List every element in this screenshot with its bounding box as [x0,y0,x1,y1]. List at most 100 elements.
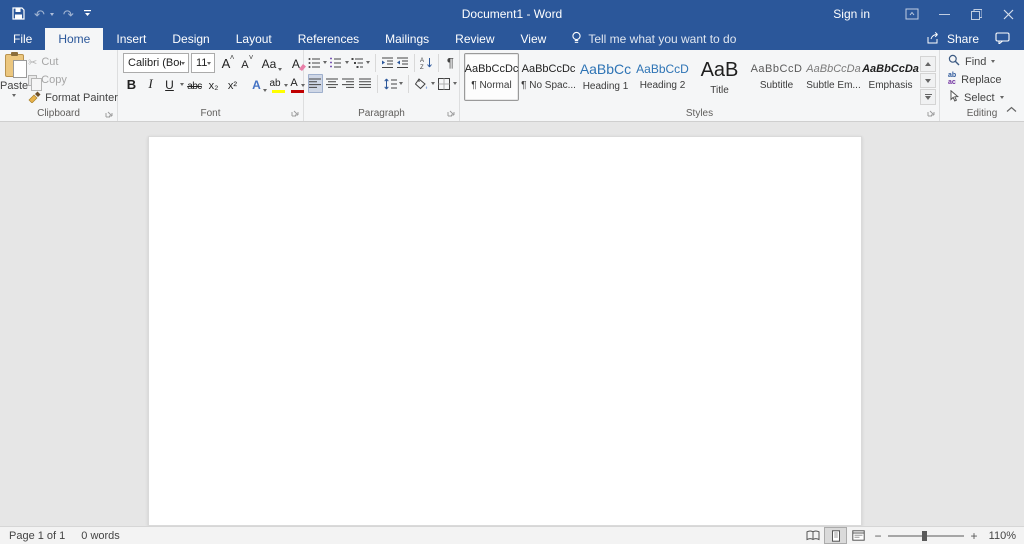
italic-label: I [148,76,152,92]
cut-button[interactable]: ✂ Cut [28,54,118,70]
text-highlight-button[interactable]: ab [270,75,287,94]
copy-button[interactable]: Copy [28,72,118,88]
share-button[interactable]: Share [927,31,979,47]
select-dropdown-arrow-icon[interactable] [1000,96,1004,99]
font-size-dropdown-arrow-icon[interactable] [207,62,211,65]
print-layout-button[interactable] [824,527,847,544]
minimize-button[interactable] [928,0,960,28]
find-dropdown-arrow-icon[interactable] [991,60,995,63]
style-normal[interactable]: AaBbCcDc ¶ Normal [464,53,519,101]
undo-dropdown-arrow-icon[interactable] [50,13,54,16]
font-color-button[interactable]: A [289,75,306,94]
superscript-button[interactable]: x² [224,75,241,94]
ribbon-display-options-button[interactable] [896,0,928,28]
word-count[interactable]: 0 words [81,530,120,542]
tab-view[interactable]: View [508,28,560,50]
style-subtle-emphasis[interactable]: AaBbCcDa Subtle Em... [806,53,861,101]
strikethrough-button[interactable]: abc [186,75,203,94]
tab-references[interactable]: References [285,28,372,50]
zoom-level[interactable]: 110% [982,530,1016,542]
borders-button[interactable] [437,74,452,93]
shading-button[interactable] [414,74,429,93]
shrink-font-button[interactable]: A˅ [236,54,253,73]
style-heading-1[interactable]: AaBbCc Heading 1 [578,53,633,101]
underline-button[interactable]: U [161,75,178,94]
style-subtitle[interactable]: AaBbCcD Subtitle [749,53,804,101]
subscript-button[interactable]: x₂ [205,75,222,94]
styles-dialog-launcher-icon[interactable] [927,108,936,120]
clipboard-dialog-launcher-icon[interactable] [105,109,114,121]
tab-insert[interactable]: Insert [103,28,159,50]
align-center-button[interactable] [325,74,340,93]
web-layout-button[interactable] [847,527,870,544]
styles-scroll-down-button[interactable] [920,73,936,89]
restore-button[interactable] [960,0,992,28]
redo-icon[interactable]: ↷ [63,8,74,21]
style-emphasis[interactable]: AaBbCcDa Emphasis [863,53,918,101]
font-name-combobox[interactable]: Calibri (Body) [123,53,189,73]
zoom-slider-track[interactable] [888,535,964,537]
sort-button[interactable]: AZ [420,53,433,72]
sign-in-button[interactable]: Sign in [833,7,870,21]
align-right-button[interactable] [341,74,356,93]
zoom-out-button[interactable]: − [870,529,886,543]
read-mode-button[interactable] [801,527,824,544]
multilevel-list-button[interactable] [351,53,364,72]
format-painter-button[interactable]: Format Painter [28,90,118,106]
borders-dropdown-arrow-icon[interactable] [453,82,457,85]
tab-file[interactable]: File [0,28,45,50]
document-area[interactable] [0,122,1024,526]
clear-formatting-button[interactable]: A [290,54,307,73]
styles-gallery-more-button[interactable] [920,89,936,105]
decrease-indent-button[interactable] [381,53,394,72]
style-heading-2[interactable]: AaBbCcD Heading 2 [635,53,690,101]
cut-label: Cut [41,56,58,68]
find-button[interactable]: Find [948,54,1024,69]
line-spacing-button[interactable] [383,74,398,93]
undo-icon[interactable]: ↶ [34,8,45,21]
paste-button[interactable]: Paste [0,50,28,106]
paragraph-dialog-launcher-icon[interactable] [447,108,456,120]
show-formatting-marks-button[interactable]: ¶ [444,53,457,72]
grow-font-button[interactable]: A˄ [217,54,234,73]
align-left-button[interactable] [308,74,323,93]
shading-dropdown-arrow-icon[interactable] [431,82,435,85]
numbering-dropdown-arrow-icon[interactable] [345,61,349,64]
replace-button[interactable]: ab ac Replace [948,72,1024,87]
underline-dropdown-arrow-icon[interactable] [180,83,184,86]
tab-layout[interactable]: Layout [223,28,285,50]
close-button[interactable] [992,0,1024,28]
multilevel-list-dropdown-arrow-icon[interactable] [366,61,370,64]
replace-icon-bottom: ac [948,79,956,86]
customize-quick-access-toolbar-icon[interactable] [83,9,92,20]
zoom-slider-thumb[interactable] [922,531,927,541]
font-size-combobox[interactable]: 11 [191,53,215,73]
tab-design[interactable]: Design [159,28,222,50]
collapse-ribbon-button[interactable] [1006,100,1017,118]
change-case-button[interactable]: Aa [263,54,280,73]
paste-dropdown-arrow-icon[interactable] [12,94,16,97]
bold-button[interactable]: B [123,75,140,94]
line-spacing-dropdown-arrow-icon[interactable] [399,82,403,85]
font-name-dropdown-arrow-icon[interactable] [181,62,185,65]
style-title[interactable]: AaB Title [692,53,747,101]
tell-me-box[interactable]: Tell me what you want to do [571,28,736,50]
italic-button[interactable]: I [142,75,159,94]
text-effects-button[interactable]: A [251,75,268,94]
justify-button[interactable] [358,74,373,93]
numbering-button[interactable] [329,53,342,72]
styles-scroll-up-button[interactable] [920,56,936,72]
save-icon[interactable] [12,7,25,22]
increase-indent-button[interactable] [396,53,409,72]
font-dialog-launcher-icon[interactable] [291,108,300,120]
page-indicator[interactable]: Page 1 of 1 [9,530,65,542]
document-page[interactable] [148,136,862,526]
tab-mailings[interactable]: Mailings [372,28,442,50]
style-no-spacing[interactable]: AaBbCcDc ¶ No Spac... [521,53,576,101]
zoom-in-button[interactable]: + [966,529,982,543]
bullets-button[interactable] [308,53,321,72]
bullets-dropdown-arrow-icon[interactable] [323,61,327,64]
tab-review[interactable]: Review [442,28,507,50]
tab-home[interactable]: Home [45,28,103,50]
comments-icon[interactable] [995,32,1010,47]
